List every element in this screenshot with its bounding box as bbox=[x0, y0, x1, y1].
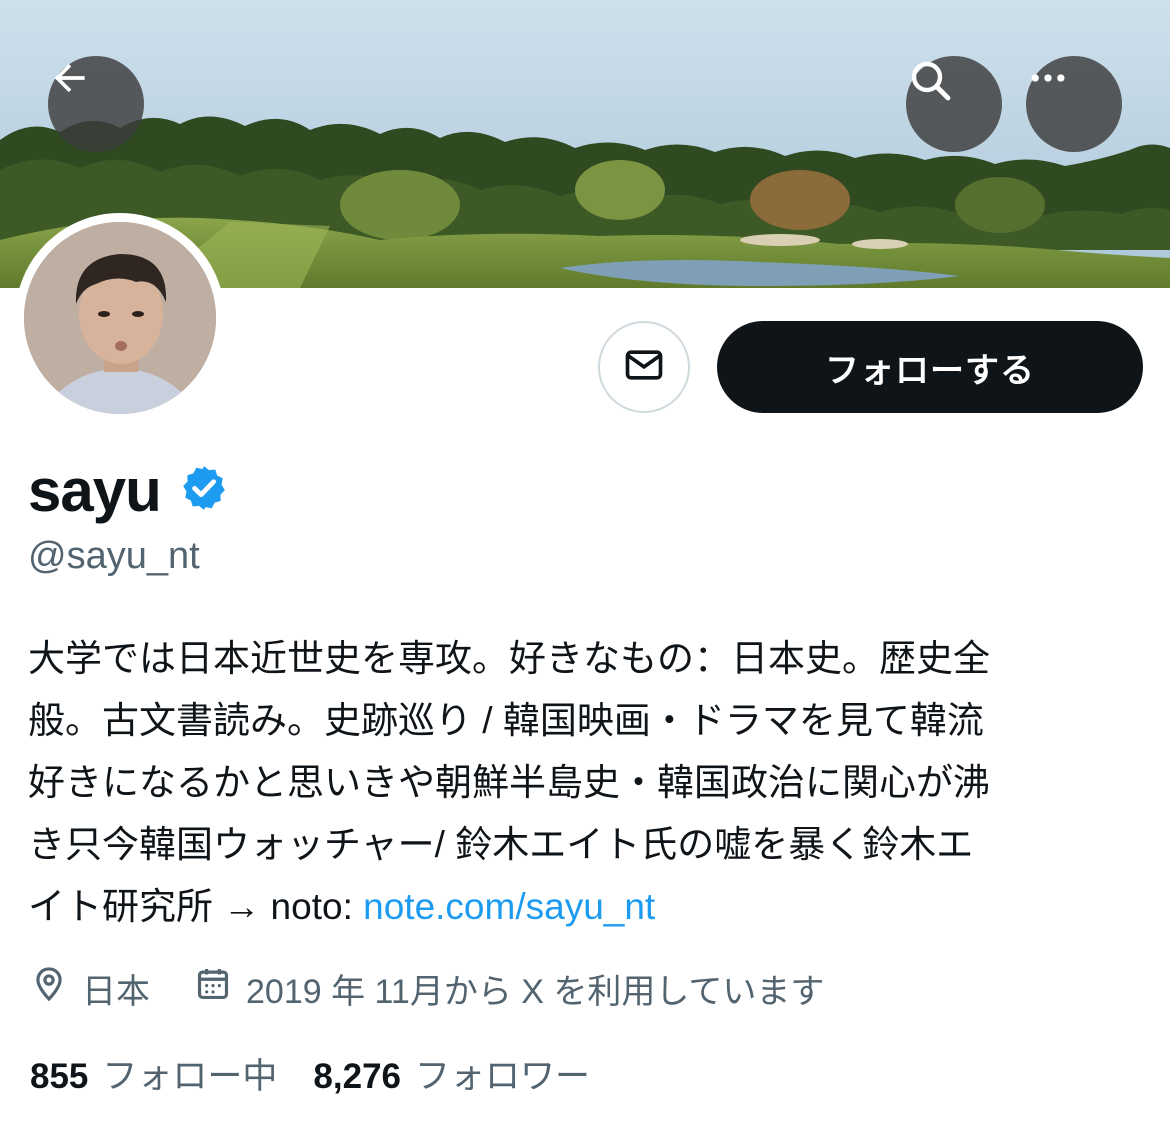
more-button[interactable] bbox=[1026, 56, 1122, 152]
profile-meta: 日本 2019 年 11月から X を利用しています bbox=[30, 960, 824, 1016]
display-name: sayu bbox=[28, 456, 162, 524]
followers-label: フォロワー bbox=[415, 1056, 591, 1096]
bio-line: 好きになるかと思いきや朝鮮半島史・韓国政治に関心が沸 bbox=[28, 762, 990, 803]
envelope-icon bbox=[622, 343, 666, 392]
follow-stats: 855 フォロー中 8,276 フォロワー bbox=[30, 1045, 590, 1101]
bio-link[interactable]: note.com/sayu_nt bbox=[363, 886, 655, 927]
search-button[interactable] bbox=[906, 56, 1002, 152]
bio-line: 般。古文書読み。史跡巡り / 韓国映画・ドラマを見て韓流 bbox=[28, 700, 984, 741]
following-count: 855 bbox=[30, 1056, 89, 1096]
avatar-border bbox=[15, 213, 225, 423]
bio-text: イト研究所 → noto: bbox=[28, 886, 364, 927]
following-label: フォロー中 bbox=[102, 1056, 278, 1096]
join-date-text: 2019 年 11月から X を利用しています bbox=[246, 972, 825, 1011]
followers-count: 8,276 bbox=[313, 1056, 402, 1096]
follow-button[interactable]: フォローする bbox=[717, 321, 1143, 413]
bio-line: イト研究所 → noto: note.com/sayu_nt bbox=[28, 876, 1143, 938]
message-button[interactable] bbox=[598, 321, 690, 413]
location-text: 日本 bbox=[82, 972, 150, 1011]
followers-link[interactable]: 8,276 フォロワー bbox=[313, 1048, 590, 1099]
handle: @sayu_nt bbox=[28, 535, 200, 577]
join-date: 2019 年 11月から X を利用しています bbox=[194, 964, 824, 1013]
bio-line: き只今韓国ウォッチャー/ 鈴木エイト氏の嘘を暴く鈴木エ bbox=[28, 824, 974, 865]
location-pin-icon bbox=[30, 965, 68, 1012]
calendar-icon bbox=[194, 965, 232, 1012]
name-row: sayu bbox=[28, 450, 229, 530]
avatar[interactable] bbox=[24, 222, 216, 414]
verified-badge-icon[interactable] bbox=[179, 463, 229, 518]
bio-line: 大学では日本近世史を専攻。好きなもの：日本史。歴史全 bbox=[28, 638, 990, 679]
back-button[interactable] bbox=[48, 56, 144, 152]
location: 日本 bbox=[30, 964, 150, 1013]
bio: 大学では日本近世史を専攻。好きなもの：日本史。歴史全 般。古文書読み。史跡巡り … bbox=[28, 628, 1143, 938]
following-link[interactable]: 855 フォロー中 bbox=[30, 1048, 277, 1099]
